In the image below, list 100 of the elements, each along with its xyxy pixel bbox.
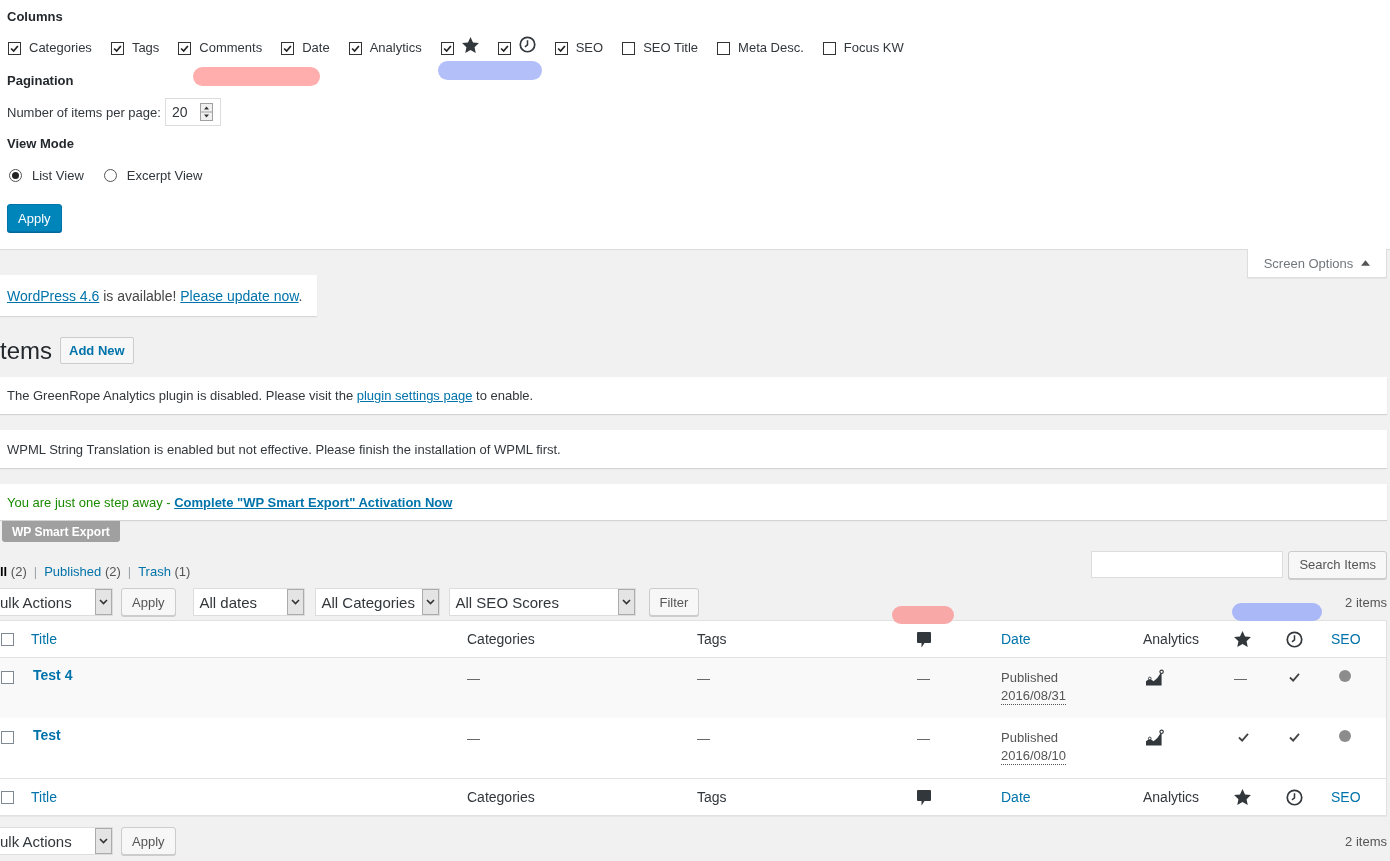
view-filter-link[interactable]: Trash (1) xyxy=(138,564,191,579)
apply-button[interactable]: Apply xyxy=(121,827,176,855)
star-icon xyxy=(1234,789,1251,805)
checkbox[interactable] xyxy=(281,41,295,55)
view-mode-label: Excerpt View xyxy=(126,167,203,183)
column-option-label: SEO xyxy=(575,39,604,57)
area-chart-icon[interactable] xyxy=(1145,729,1164,746)
filter-button[interactable]: Filter xyxy=(648,588,700,616)
screen-options-tab[interactable]: Screen Options xyxy=(1247,249,1387,278)
comment-icon xyxy=(917,632,931,648)
table-cell: — xyxy=(467,730,480,748)
separator: | xyxy=(127,564,132,579)
separator: | xyxy=(33,564,38,579)
table-cell: — xyxy=(1234,670,1247,688)
date-filter-select[interactable]: All dates xyxy=(192,588,305,616)
column-sort-link[interactable]: Title xyxy=(31,789,57,805)
chevron-down-icon xyxy=(421,589,439,615)
apply-button[interactable]: Apply xyxy=(7,204,62,232)
view-filter-link[interactable]: ll (2) xyxy=(0,564,27,579)
table-cell: — xyxy=(697,730,710,748)
column-header: Analytics xyxy=(1143,631,1200,647)
checkbox[interactable] xyxy=(497,41,511,55)
update-message: WordPress 4.6 is available! Please update now. xyxy=(7,287,303,304)
link[interactable]: Please update now xyxy=(180,287,299,304)
star-icon xyxy=(1234,631,1251,647)
link[interactable]: WordPress 4.6 xyxy=(7,287,100,304)
caret-icon xyxy=(1361,260,1371,266)
section-heading: Columns xyxy=(7,8,64,26)
column-option-label: SEO Title xyxy=(643,39,699,57)
item-title-link[interactable]: Test 4 xyxy=(33,667,73,683)
check-icon xyxy=(1238,733,1249,742)
item-count: 2 items xyxy=(1345,594,1387,610)
checkbox[interactable] xyxy=(110,41,124,55)
category-filter-select[interactable]: All Categories xyxy=(314,588,440,616)
table-cell: — xyxy=(917,730,930,748)
column-option-label: Meta Desc. xyxy=(738,39,804,57)
column-header: Tags xyxy=(697,789,727,805)
column-sort-link[interactable]: SEO xyxy=(1331,789,1361,805)
checkbox[interactable] xyxy=(717,41,731,55)
column-sort-link[interactable]: Title xyxy=(31,631,57,647)
checkbox[interactable] xyxy=(622,41,636,55)
search-field[interactable] xyxy=(1091,551,1284,578)
link[interactable]: Complete "WP Smart Export" Activation Now xyxy=(174,494,453,510)
seo-score-select[interactable]: All SEO Scores xyxy=(448,588,636,616)
check-icon xyxy=(1289,673,1300,682)
items-per-page-field[interactable]: 20 xyxy=(164,98,221,126)
view-mode-label: List View xyxy=(32,167,84,183)
page-title: tems xyxy=(0,337,52,364)
link[interactable]: plugin settings page xyxy=(356,388,473,403)
column-sort-link[interactable]: Date xyxy=(1001,789,1031,805)
clock-icon xyxy=(518,35,536,53)
table-cell: — xyxy=(917,670,930,688)
table-cell: — xyxy=(697,670,710,688)
table-cell: — xyxy=(467,670,480,688)
column-sort-link[interactable]: Date xyxy=(1001,631,1031,647)
search-button[interactable]: Search Items xyxy=(1288,550,1387,579)
bulk-actions-select[interactable]: ulk Actions xyxy=(0,588,113,616)
view-filter-link[interactable]: Published (2) xyxy=(44,564,121,579)
column-header: Categories xyxy=(467,789,535,805)
chevron-down-icon xyxy=(95,589,112,615)
column-option-label: Focus KW xyxy=(843,39,904,57)
radio-button[interactable] xyxy=(9,168,22,182)
column-option-label: Date xyxy=(302,39,330,57)
radio-button[interactable] xyxy=(103,168,117,182)
notice-message: You are just one step away - Complete "WP Smart Export" Activation Now xyxy=(7,494,453,510)
checkbox[interactable] xyxy=(8,41,21,55)
post-date: 2016/08/10 xyxy=(1001,747,1067,765)
items-per-page-label: Number of items per page: xyxy=(7,104,161,120)
select-all-checkbox[interactable] xyxy=(1,632,14,646)
column-header: Categories xyxy=(467,631,535,647)
column-sort-link[interactable]: SEO xyxy=(1331,631,1361,647)
checkbox[interactable] xyxy=(554,41,568,55)
checkbox[interactable] xyxy=(348,41,362,55)
row-checkbox[interactable] xyxy=(1,731,14,744)
star-icon xyxy=(461,37,479,53)
spin-arrows-icon[interactable] xyxy=(199,103,213,121)
section-heading: View Mode xyxy=(7,135,75,153)
column-option-label: Analytics xyxy=(369,39,422,57)
checkbox[interactable] xyxy=(178,41,192,55)
column-header: Analytics xyxy=(1143,789,1200,805)
select-all-checkbox[interactable] xyxy=(1,790,14,804)
row-checkbox[interactable] xyxy=(1,671,14,684)
column-header: Tags xyxy=(697,631,727,647)
post-status: Published xyxy=(1001,669,1059,687)
column-option-label: Tags xyxy=(131,39,160,57)
notice-message: The GreenRope Analytics plugin is disabled. Please visit the plugin settings page to enable. xyxy=(7,388,534,403)
post-date: 2016/08/31 xyxy=(1001,687,1067,705)
bulk-actions-select[interactable]: ulk Actions xyxy=(0,827,113,855)
section-heading: Pagination xyxy=(7,72,75,90)
item-title-link[interactable]: Test xyxy=(33,727,61,743)
comment-icon xyxy=(917,790,931,806)
add-new-button[interactable]: Add New xyxy=(60,337,134,364)
chevron-down-icon xyxy=(617,589,635,615)
apply-button[interactable]: Apply xyxy=(121,588,176,616)
column-option-label: Categories xyxy=(29,39,92,57)
area-chart-icon[interactable] xyxy=(1145,669,1164,686)
chevron-down-icon xyxy=(286,589,304,615)
checkbox[interactable] xyxy=(822,41,836,55)
clock-icon xyxy=(1286,788,1303,806)
checkbox[interactable] xyxy=(440,41,454,55)
